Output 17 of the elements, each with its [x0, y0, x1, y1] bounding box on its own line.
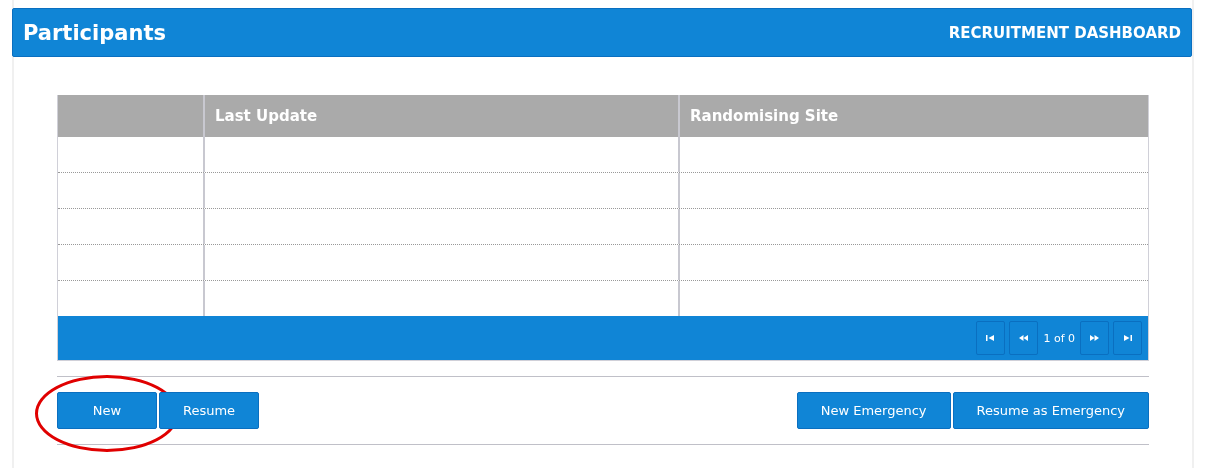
first-page-button[interactable] — [976, 321, 1006, 355]
dashboard-link[interactable]: RECRUITMENT DASHBOARD — [948, 23, 1181, 42]
page-title: Participants — [23, 20, 166, 45]
action-button[interactable]: New — [57, 392, 157, 429]
column-header[interactable]: Last Update — [205, 95, 680, 137]
last-page-button[interactable] — [1113, 321, 1142, 355]
action-button[interactable]: Resume as Emergency — [952, 392, 1149, 429]
last-page-icon — [1123, 335, 1132, 341]
page-count: 1 of 0 — [1043, 331, 1075, 345]
first-page-icon — [986, 335, 996, 341]
previous-page-button[interactable] — [1009, 321, 1039, 355]
next-page-button[interactable] — [1080, 321, 1109, 355]
rewind-icon — [1019, 335, 1029, 341]
fast-forward-icon — [1090, 335, 1099, 341]
action-button[interactable]: Resume — [159, 392, 259, 429]
column-header[interactable]: Randomising Site — [680, 95, 1148, 137]
action-button[interactable]: New Emergency — [796, 392, 951, 429]
